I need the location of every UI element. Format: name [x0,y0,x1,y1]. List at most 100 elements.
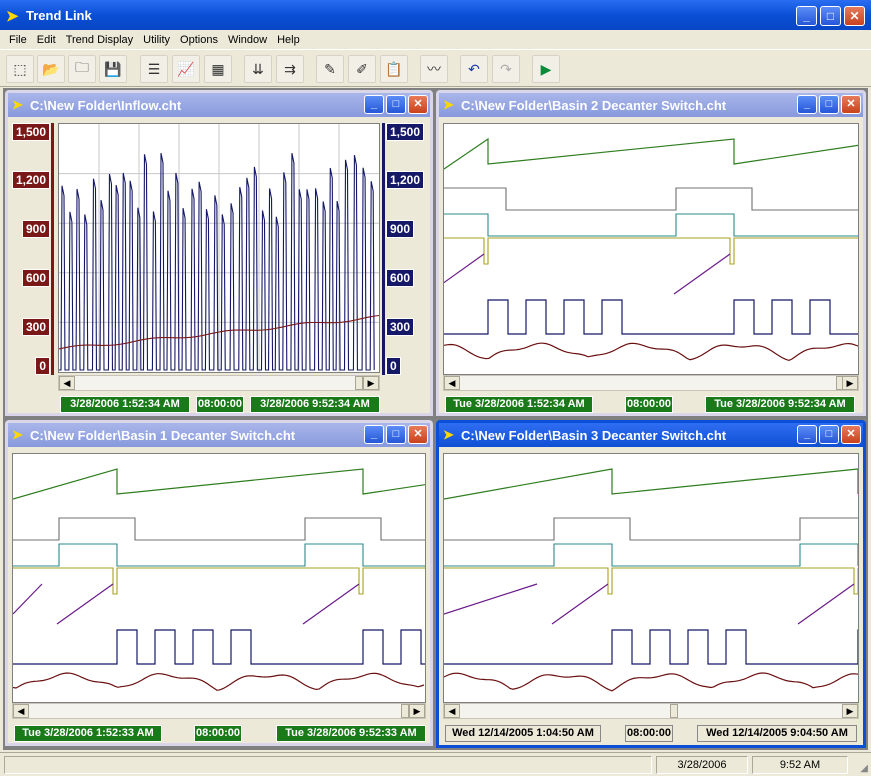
redo-button[interactable]: ↷ [492,55,520,83]
basin3-window-title-bar: ➤ C:\New Folder\Basin 3 Decanter Switch.… [439,423,863,447]
basin1-end-time[interactable]: Tue 3/28/2006 9:52:33 AM [276,725,426,742]
basin1-plot-area[interactable] [12,453,426,703]
menu-utility[interactable]: Utility [138,34,175,46]
status-message [4,756,652,774]
basin3-time-span[interactable]: 08:00:00 [625,725,673,742]
folder-button[interactable]: 🗀 [68,55,96,83]
basin1-minimize-button[interactable]: _ [364,425,384,444]
chart-doc-icon: ➤ [443,97,454,112]
basin3-minimize-button[interactable]: _ [797,425,817,444]
basin3-window-title: C:\New Folder\Basin 3 Decanter Switch.ch… [461,428,727,443]
basin3-close-button[interactable]: ✕ [841,425,861,444]
report-icon: 📋 [385,60,403,77]
grid-table-button[interactable]: ▦ [204,55,232,83]
edit-pen-icon: ✎ [324,60,336,77]
scroll-left-icon[interactable]: ◀ [444,376,460,390]
play-button[interactable]: ▶ [532,55,560,83]
open-folder-icon: 📂 [42,60,60,77]
grid-table-icon: ▦ [211,60,225,77]
status-date: 3/28/2006 [656,756,748,774]
inflow-chart-window: ➤ C:\New Folder\Inflow.cht _ □ ✕ 1,500 1… [5,90,433,416]
new-chart-button[interactable]: ⬚ [6,55,34,83]
menu-edit[interactable]: Edit [32,34,61,46]
scroll-thumb[interactable] [670,704,678,718]
scroll-right-icon[interactable]: ▶ [842,376,858,390]
decant-flag-trace [444,567,858,595]
basin2-maximize-button[interactable]: □ [819,95,839,114]
scroll-right-icon[interactable]: ▶ [409,704,425,718]
scroll-thumb[interactable] [355,376,363,390]
basin2-h-scrollbar[interactable]: ◀ ▶ [443,375,859,391]
inflow-plot-area[interactable] [58,123,380,373]
import-data-icon: ⇊ [252,60,264,77]
decant-ramp-trace [551,583,609,625]
scroll-right-icon[interactable]: ▶ [363,376,379,390]
inflow-time-span[interactable]: 08:00:00 [196,396,244,413]
trend-settings-icon: ☰ [147,60,161,77]
inflow-trend-plot [59,124,379,372]
inflow-right-axis: 1,500 1,200 900 600 300 0 [382,123,428,375]
inflow-end-time[interactable]: 3/28/2006 9:52:34 AM [250,396,380,413]
menu-trend-display[interactable]: Trend Display [61,34,138,46]
scroll-left-icon[interactable]: ◀ [444,704,460,718]
decant-ramp-trace [302,583,360,625]
y-right-tick: 1,500 [386,123,425,141]
open-button[interactable]: 📂 [37,55,65,83]
report-button[interactable]: 📋 [380,55,408,83]
trend-channels-button[interactable]: 📈 [172,55,200,83]
edit-pen-button[interactable]: ✎ [316,55,344,83]
inflow-maximize-button[interactable]: □ [386,95,406,114]
play-icon: ▶ [540,60,552,77]
menu-window[interactable]: Window [223,34,272,46]
export-data-button[interactable]: ⇉ [276,55,304,83]
scroll-left-icon[interactable]: ◀ [59,376,75,390]
undo-button[interactable]: ↶ [460,55,488,83]
resize-grip-icon: ◢ [860,763,868,774]
menu-options[interactable]: Options [175,34,223,46]
basin2-time-span[interactable]: 08:00:00 [625,396,673,413]
basin3-end-time[interactable]: Wed 12/14/2005 9:04:50 AM [697,725,857,742]
basin1-chart-window: ➤ C:\New Folder\Basin 1 Decanter Switch.… [5,420,433,746]
inflow-start-time[interactable]: 3/28/2006 1:52:34 AM [60,396,190,413]
annotate-button[interactable]: ✐ [348,55,376,83]
basin1-maximize-button[interactable]: □ [386,425,406,444]
app-title-bar: ➤ Trend Link _ □ ✕ [0,0,871,30]
basin2-end-time[interactable]: Tue 3/28/2006 9:52:34 AM [705,396,855,413]
minimize-button[interactable]: _ [796,6,817,26]
inflow-window-title-bar: ➤ C:\New Folder\Inflow.cht _ □ ✕ [8,93,430,117]
app-title: Trend Link [26,8,92,23]
save-button[interactable]: 💾 [99,55,127,83]
menu-help[interactable]: Help [272,34,305,46]
basin1-start-time[interactable]: Tue 3/28/2006 1:52:33 AM [14,725,162,742]
basin1-close-button[interactable]: ✕ [408,425,428,444]
maximize-button[interactable]: □ [820,6,841,26]
basin2-start-time[interactable]: Tue 3/28/2006 1:52:34 AM [445,396,593,413]
inflow-h-scrollbar[interactable]: ◀ ▶ [58,375,380,391]
scroll-right-icon[interactable]: ▶ [842,704,858,718]
basin2-trend-plot [444,137,858,362]
close-button[interactable]: ✕ [844,6,865,26]
chart-view-icon: 〰 [427,61,441,77]
mdi-workspace: ➤ C:\New Folder\Inflow.cht _ □ ✕ 1,500 1… [3,88,868,750]
inflow-minimize-button[interactable]: _ [364,95,384,114]
annotate-icon: ✐ [356,60,368,77]
inflow-close-button[interactable]: ✕ [408,95,428,114]
pump-trace [444,299,858,335]
y-right-tick: 900 [386,220,415,238]
basin3-start-time[interactable]: Wed 12/14/2005 1:04:50 AM [445,725,601,742]
basin3-maximize-button[interactable]: □ [819,425,839,444]
basin1-h-scrollbar[interactable]: ◀ ▶ [12,703,426,719]
basin2-minimize-button[interactable]: _ [797,95,817,114]
import-data-button[interactable]: ⇊ [244,55,272,83]
scroll-left-icon[interactable]: ◀ [13,704,29,718]
chart-view-button[interactable]: 〰 [420,55,448,83]
basin3-plot-area[interactable] [443,453,859,703]
basin2-close-button[interactable]: ✕ [841,95,861,114]
basin2-plot-area[interactable] [443,123,859,375]
trend-settings-button[interactable]: ☰ [140,55,168,83]
basin1-time-span[interactable]: 08:00:00 [194,725,242,742]
basin3-h-scrollbar[interactable]: ◀ ▶ [443,703,859,719]
do-trace [444,342,858,362]
menu-file[interactable]: File [4,34,32,46]
scroll-thumb[interactable] [401,704,409,718]
